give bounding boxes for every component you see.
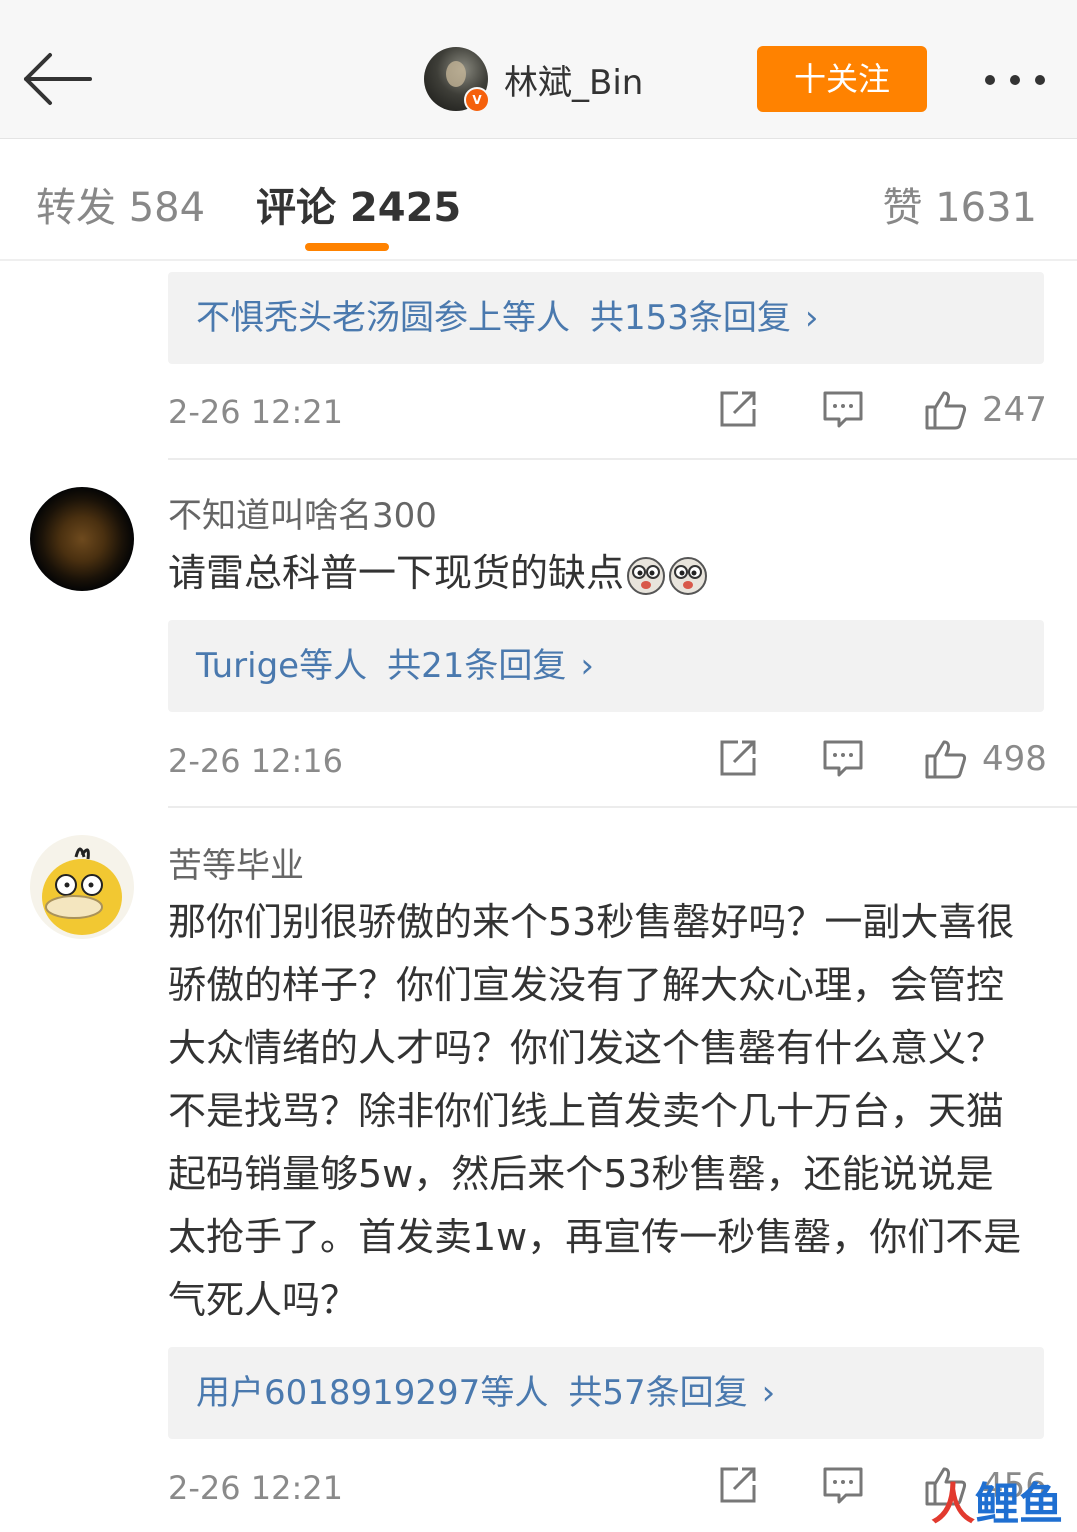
comment-button[interactable] (822, 1465, 864, 1509)
comment-meta: 2-26 12:21 247 (168, 383, 1047, 443)
reply-summary-text: Turige等人 共21条回复 › (196, 620, 594, 712)
comment-button[interactable] (822, 738, 864, 782)
chevron-right-icon: › (804, 298, 819, 338)
commenter-avatar[interactable] (30, 835, 134, 939)
reply-count: 共153条回复 (590, 298, 791, 338)
follow-button[interactable]: 十关注 (757, 46, 927, 112)
reply-summary[interactable]: 用户6018919297等人 共57条回复 › (168, 1347, 1044, 1439)
psyduck-avatar-icon (42, 847, 122, 935)
like-count: 498 (982, 739, 1047, 779)
reply-names: Turige等人 (196, 646, 368, 686)
comment-divider (168, 806, 1077, 808)
watermark-part-1: 人 (931, 1479, 975, 1530)
comment-icon (823, 391, 863, 428)
reply-names: 用户6018919297等人 (196, 1373, 549, 1413)
top-nav-bar: V 林斌_Bin 十关注 (0, 0, 1077, 139)
comment-timestamp: 2-26 12:21 (168, 393, 344, 431)
active-tab-indicator (305, 243, 389, 251)
comment-text: 请雷总科普一下现货的缺点 (168, 542, 1028, 605)
like-button[interactable]: 247 (924, 389, 1047, 431)
doge-emoji-icon (669, 556, 708, 595)
comment-body: 请雷总科普一下现货的缺点 (168, 551, 625, 595)
reply-summary[interactable]: Turige等人 共21条回复 › (168, 620, 1044, 712)
comment-meta: 2-26 12:16 498 (168, 732, 1047, 792)
comment-button[interactable] (822, 389, 864, 433)
reply-count: 共21条回复 (387, 646, 567, 686)
back-button[interactable] (18, 44, 98, 114)
commenter-avatar[interactable] (30, 487, 134, 591)
post-author[interactable]: V 林斌_Bin (424, 46, 643, 113)
commenter-name[interactable]: 苦等毕业 (168, 838, 304, 887)
reply-summary-text: 不惧秃头老汤圆参上等人 共153条回复 › (196, 272, 819, 364)
comment-timestamp: 2-26 12:16 (168, 742, 344, 780)
tab-comment[interactable]: 评论 2425 (256, 175, 461, 233)
comment-timestamp: 2-26 12:21 (168, 1469, 344, 1507)
tab-repost[interactable]: 转发 584 (36, 175, 205, 233)
tab-like[interactable]: 赞 1631 (882, 175, 1037, 233)
like-count: 247 (982, 390, 1047, 430)
reply-names: 不惧秃头老汤圆参上等人 (196, 298, 570, 338)
comment-meta: 2-26 12:21 456 (168, 1459, 1047, 1519)
back-arrow-icon (24, 53, 92, 105)
avatar-face (446, 61, 466, 87)
like-button[interactable]: 498 (924, 738, 1047, 780)
comment-icon (823, 740, 863, 777)
more-options-button[interactable] (975, 60, 1065, 100)
thumbs-up-icon (925, 740, 967, 779)
share-icon (720, 391, 756, 427)
reply-summary-text: 用户6018919297等人 共57条回复 › (196, 1347, 775, 1439)
more-dots-icon (985, 75, 1045, 85)
author-username[interactable]: 林斌_Bin (504, 55, 643, 104)
reply-count: 共57条回复 (568, 1373, 748, 1413)
share-button[interactable] (718, 389, 758, 433)
thumbs-up-icon (925, 391, 967, 430)
comment-divider (168, 458, 1077, 460)
share-icon (720, 740, 756, 776)
comment-text: 那你们别很骄傲的来个53秒售罄好吗？一副大喜很骄傲的样子？你们宣发没有了解大众心… (168, 900, 1022, 1322)
share-button[interactable] (718, 1465, 758, 1509)
watermark-logo: 人鲤鱼 (931, 1470, 1063, 1530)
chevron-right-icon: › (580, 646, 594, 686)
comment-icon (823, 1467, 863, 1504)
watermark-part-2: 鲤鱼 (975, 1479, 1063, 1530)
tab-bar: 转发 584 评论 2425 赞 1631 (0, 139, 1077, 261)
share-button[interactable] (718, 738, 758, 782)
commenter-name[interactable]: 不知道叫啥名300 (168, 488, 437, 537)
author-avatar[interactable]: V (424, 47, 490, 113)
doge-emoji-icon (627, 556, 666, 595)
share-icon (720, 1467, 756, 1503)
chevron-right-icon: › (761, 1373, 776, 1413)
verified-badge-icon: V (464, 87, 490, 113)
reply-summary[interactable]: 不惧秃头老汤圆参上等人 共153条回复 › (168, 272, 1044, 364)
